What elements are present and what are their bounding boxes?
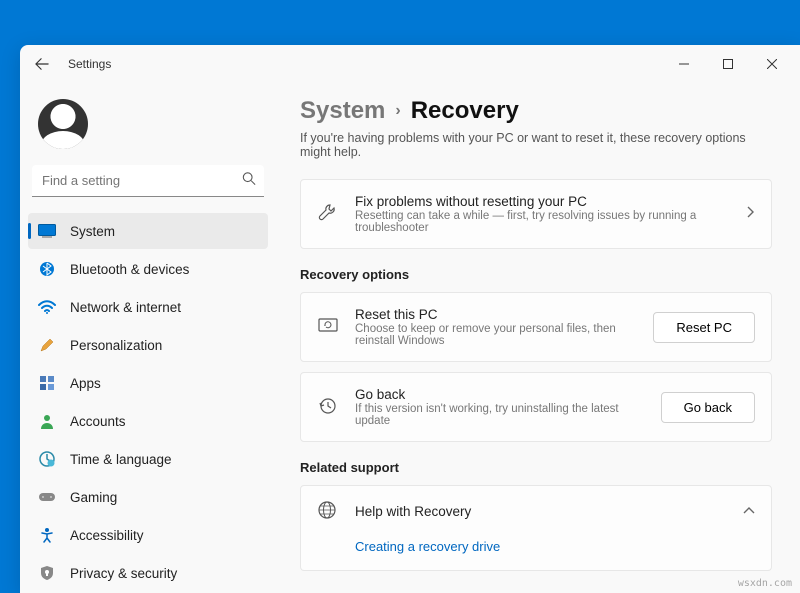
sidebar-item-label: Personalization (70, 338, 162, 353)
page-subtitle: If you're having problems with your PC o… (300, 131, 772, 159)
arrow-left-icon (35, 57, 49, 71)
card-title: Reset this PC (355, 307, 637, 322)
back-button[interactable] (26, 48, 58, 80)
help-globe-icon (317, 500, 339, 522)
wifi-icon (38, 298, 56, 316)
sidebar-item-network[interactable]: Network & internet (28, 289, 268, 325)
sidebar-item-label: Apps (70, 376, 101, 391)
go-back-button[interactable]: Go back (661, 392, 755, 423)
sidebar-item-privacy[interactable]: Privacy & security (28, 555, 268, 591)
sidebar-item-label: Network & internet (70, 300, 181, 315)
sidebar-item-label: Privacy & security (70, 566, 177, 581)
close-button[interactable] (750, 48, 794, 80)
sidebar-item-label: Bluetooth & devices (70, 262, 189, 277)
card-reset-pc: Reset this PC Choose to keep or remove y… (300, 292, 772, 362)
sidebar-item-accessibility[interactable]: Accessibility (28, 517, 268, 553)
sidebar-item-label: Accounts (70, 414, 126, 429)
card-desc: Resetting can take a while — first, try … (355, 210, 729, 234)
sidebar-item-label: Gaming (70, 490, 117, 505)
shield-icon (38, 564, 56, 582)
maximize-button[interactable] (706, 48, 750, 80)
sidebar-item-accounts[interactable]: Accounts (28, 403, 268, 439)
system-icon (38, 222, 56, 240)
chevron-up-icon (743, 502, 755, 520)
settings-window: Settings System Bluetoot (20, 45, 800, 593)
sidebar-item-label: Time & language (70, 452, 172, 467)
breadcrumb-current: Recovery (411, 97, 519, 125)
main-content: System › Recovery If you're having probl… (280, 83, 800, 593)
card-title: Fix problems without resetting your PC (355, 194, 729, 209)
search-box (32, 165, 264, 197)
link-creating-recovery-drive[interactable]: Creating a recovery drive (300, 527, 772, 571)
titlebar: Settings (20, 45, 800, 83)
sidebar: System Bluetooth & devices Network & int… (20, 83, 280, 593)
maximize-icon (723, 59, 733, 69)
sidebar-item-label: System (70, 224, 115, 239)
app-title: Settings (68, 57, 111, 71)
body: System Bluetooth & devices Network & int… (20, 83, 800, 593)
minimize-button[interactable] (662, 48, 706, 80)
chevron-right-icon: › (395, 102, 400, 120)
reset-icon (317, 316, 339, 338)
window-controls (662, 48, 794, 80)
history-icon (317, 396, 339, 418)
gamepad-icon (38, 488, 56, 506)
card-fix-problems[interactable]: Fix problems without resetting your PC R… (300, 179, 772, 249)
avatar-icon (38, 99, 88, 149)
accessibility-icon (38, 526, 56, 544)
section-recovery-options: Recovery options (300, 267, 772, 282)
card-text: Reset this PC Choose to keep or remove y… (355, 307, 637, 347)
apps-icon (38, 374, 56, 392)
reset-pc-button[interactable]: Reset PC (653, 312, 755, 343)
sidebar-item-system[interactable]: System (28, 213, 268, 249)
card-go-back: Go back If this version isn't working, t… (300, 372, 772, 442)
card-text: Fix problems without resetting your PC R… (355, 194, 729, 234)
search-input[interactable] (32, 165, 264, 197)
sidebar-item-gaming[interactable]: Gaming (28, 479, 268, 515)
sidebar-item-label: Accessibility (70, 528, 144, 543)
card-text: Go back If this version isn't working, t… (355, 387, 645, 427)
person-icon (38, 412, 56, 430)
wrench-icon (317, 203, 339, 225)
search-icon (242, 172, 256, 191)
card-text: Help with Recovery (355, 504, 727, 519)
breadcrumb-parent[interactable]: System (300, 97, 385, 125)
chevron-right-icon (745, 205, 755, 223)
sidebar-item-time-language[interactable]: Time & language (28, 441, 268, 477)
breadcrumb: System › Recovery (300, 97, 772, 125)
account-header[interactable] (28, 91, 268, 153)
card-desc: Choose to keep or remove your personal f… (355, 323, 637, 347)
card-title: Go back (355, 387, 645, 402)
card-title: Help with Recovery (355, 504, 727, 519)
paintbrush-icon (38, 336, 56, 354)
section-related-support: Related support (300, 460, 772, 475)
sidebar-item-personalization[interactable]: Personalization (28, 327, 268, 363)
bluetooth-icon (38, 260, 56, 278)
globe-clock-icon (38, 450, 56, 468)
minimize-icon (679, 59, 689, 69)
close-icon (767, 59, 777, 69)
watermark: wsxdn.com (738, 578, 792, 589)
card-desc: If this version isn't working, try unins… (355, 403, 645, 427)
sidebar-item-apps[interactable]: Apps (28, 365, 268, 401)
sidebar-item-bluetooth[interactable]: Bluetooth & devices (28, 251, 268, 287)
